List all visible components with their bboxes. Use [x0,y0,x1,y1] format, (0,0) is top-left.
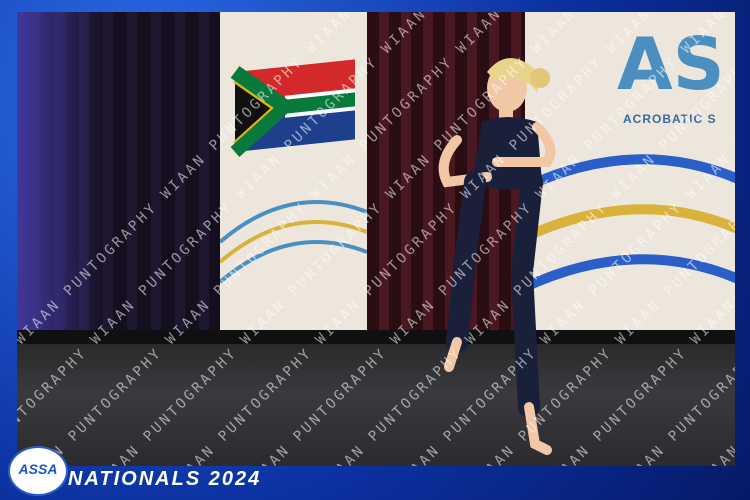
badge-label: ASSA [18,461,58,477]
stage-photo: AS ACROBATIC S WIAAN PUNTOGRAPHY WIAAN P… [17,12,735,466]
event-title: NATIONALS 2024 [68,468,262,490]
performer-figure [438,58,556,455]
assa-logo-badge: ASSA [8,446,68,496]
photo-frame: AS ACROBATIC S WIAAN PUNTOGRAPHY WIAAN P… [0,0,750,500]
